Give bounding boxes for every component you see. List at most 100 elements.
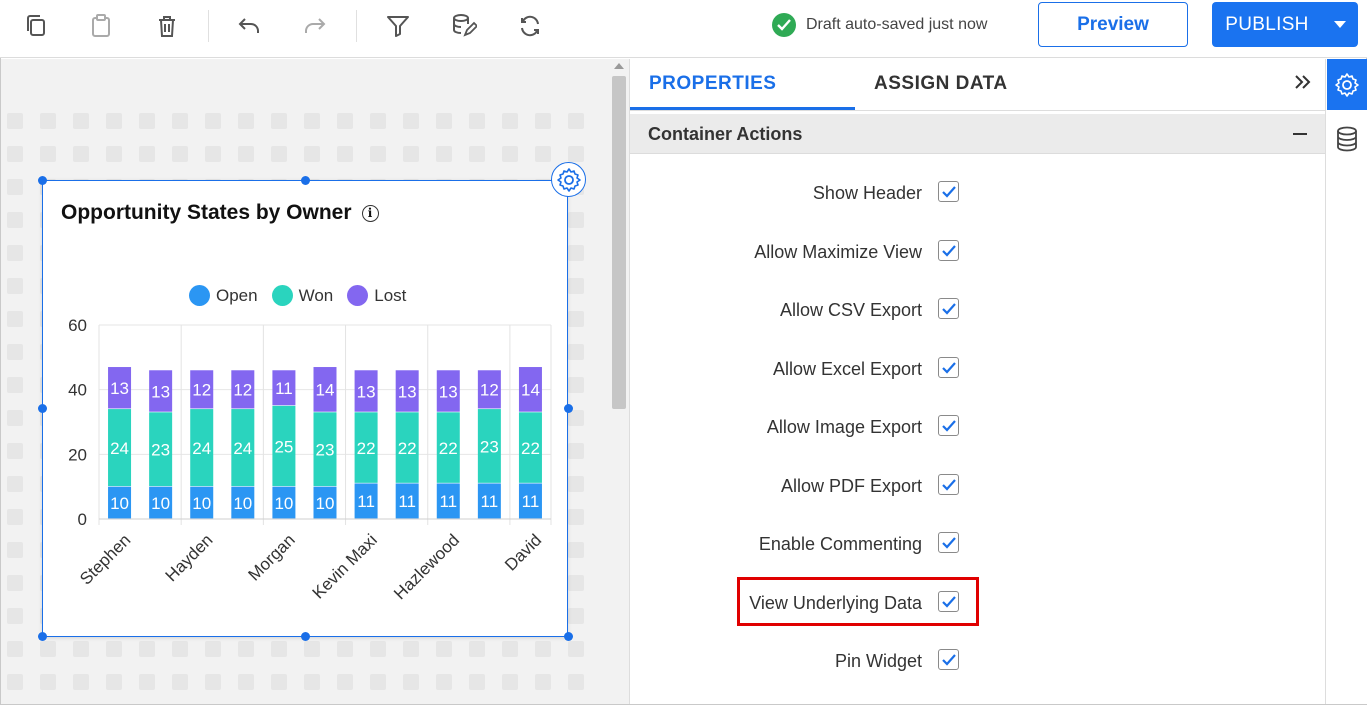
collapse-section-icon[interactable]: [1293, 133, 1307, 135]
grid-cell: [139, 641, 155, 657]
data-label: 10: [151, 494, 170, 513]
database-icon[interactable]: [1327, 117, 1367, 161]
grid-cell: [40, 113, 56, 129]
legend-swatch: [189, 285, 210, 306]
property-checkbox[interactable]: [938, 649, 959, 670]
delete-icon[interactable]: [149, 10, 185, 42]
resize-handle[interactable]: [301, 632, 310, 641]
resize-handle[interactable]: [564, 404, 573, 413]
property-checkbox[interactable]: [938, 532, 959, 553]
undo-icon[interactable]: [231, 10, 267, 42]
data-label: 12: [233, 381, 252, 400]
grid-cell: [403, 146, 419, 162]
grid-cell: [7, 509, 23, 525]
grid-cell: [7, 344, 23, 360]
highlight-box: [737, 577, 979, 626]
data-label: 24: [192, 439, 211, 458]
copy-icon[interactable]: [18, 10, 54, 42]
grid-cell: [304, 113, 320, 129]
container-actions-section[interactable]: Container Actions: [630, 114, 1325, 154]
collapse-panel-icon[interactable]: [1292, 71, 1316, 97]
data-label: 24: [110, 439, 129, 458]
property-checkbox[interactable]: [938, 474, 959, 495]
checkmark-icon: [941, 361, 956, 374]
resize-handle[interactable]: [38, 176, 47, 185]
property-label: Allow PDF Export: [780, 476, 922, 496]
grid-cell: [535, 146, 551, 162]
property-label: Enable Commenting: [758, 534, 922, 554]
tab-properties[interactable]: PROPERTIES: [649, 73, 776, 95]
grid-cell: [568, 113, 584, 129]
checkmark-icon: [941, 419, 956, 432]
scroll-up-icon[interactable]: [614, 63, 624, 69]
property-label: Allow Excel Export: [772, 359, 922, 379]
grid-cell: [568, 509, 584, 525]
property-checkbox[interactable]: [938, 181, 959, 202]
grid-cell: [7, 542, 23, 558]
grid-cell: [535, 641, 551, 657]
canvas-scrollbar[interactable]: [608, 59, 630, 704]
grid-cell: [337, 641, 353, 657]
grid-cell: [205, 674, 221, 690]
grid-cell: [7, 245, 23, 261]
legend-item[interactable]: Lost: [347, 285, 406, 306]
property-checkbox[interactable]: [938, 298, 959, 319]
scrollbar-thumb[interactable]: [612, 76, 626, 409]
grid-cell: [502, 146, 518, 162]
toolbar-divider: [356, 10, 357, 42]
grid-cell: [238, 674, 254, 690]
resize-handle[interactable]: [38, 632, 47, 641]
publish-button[interactable]: PUBLISH: [1212, 2, 1358, 47]
resize-handle[interactable]: [38, 404, 47, 413]
side-strip: [1325, 59, 1367, 704]
data-label: 22: [521, 439, 540, 458]
data-label: 23: [316, 440, 335, 459]
property-row: Enable Commenting: [630, 530, 1325, 560]
tab-assign-data[interactable]: ASSIGN DATA: [874, 73, 1008, 95]
publish-label: PUBLISH: [1225, 13, 1309, 35]
legend-swatch: [271, 285, 293, 306]
property-checkbox[interactable]: [938, 240, 959, 261]
grid-cell: [7, 311, 23, 327]
properties-gear-icon[interactable]: [1327, 59, 1367, 110]
datasource-edit-icon[interactable]: [446, 10, 482, 42]
data-label: 13: [357, 382, 376, 401]
resize-handle[interactable]: [301, 176, 310, 185]
data-label: 10: [233, 494, 252, 513]
legend-swatch: [347, 285, 369, 306]
checkmark-icon: [941, 244, 956, 257]
redo-icon[interactable]: [297, 10, 333, 42]
grid-cell: [73, 113, 89, 129]
refresh-icon[interactable]: [512, 10, 548, 42]
chart-widget[interactable]: Opportunity States by Owner i Open Won Los…: [42, 180, 568, 637]
filter-icon[interactable]: [380, 10, 416, 42]
data-label: 10: [192, 494, 211, 513]
widget-settings-gear-icon[interactable]: [551, 162, 586, 197]
grid-cell: [7, 443, 23, 459]
grid-cell: [7, 410, 23, 426]
property-checkbox[interactable]: [938, 357, 959, 378]
grid-cell: [568, 245, 584, 261]
grid-cell: [337, 674, 353, 690]
paste-icon[interactable]: [83, 10, 119, 42]
grid-cell: [568, 344, 584, 360]
checkmark-icon: [941, 302, 956, 315]
grid-cell: [304, 641, 320, 657]
info-icon[interactable]: i: [361, 204, 379, 222]
grid-cell: [568, 641, 584, 657]
toolbar-divider: [208, 10, 209, 42]
property-checkbox[interactable]: [938, 415, 959, 436]
section-title: Container Actions: [648, 124, 803, 144]
grid-cell: [337, 146, 353, 162]
publish-dropdown-icon[interactable]: [1322, 2, 1358, 47]
grid-cell: [139, 146, 155, 162]
preview-button[interactable]: Preview: [1038, 2, 1188, 47]
grid-cell: [403, 113, 419, 129]
legend-item[interactable]: Won: [271, 285, 334, 306]
legend-item[interactable]: Open: [189, 285, 258, 306]
resize-handle[interactable]: [564, 632, 573, 641]
grid-cell: [469, 113, 485, 129]
grid-cell: [370, 113, 386, 129]
property-label: Show Header: [812, 183, 922, 203]
legend-label: Won: [298, 285, 334, 305]
